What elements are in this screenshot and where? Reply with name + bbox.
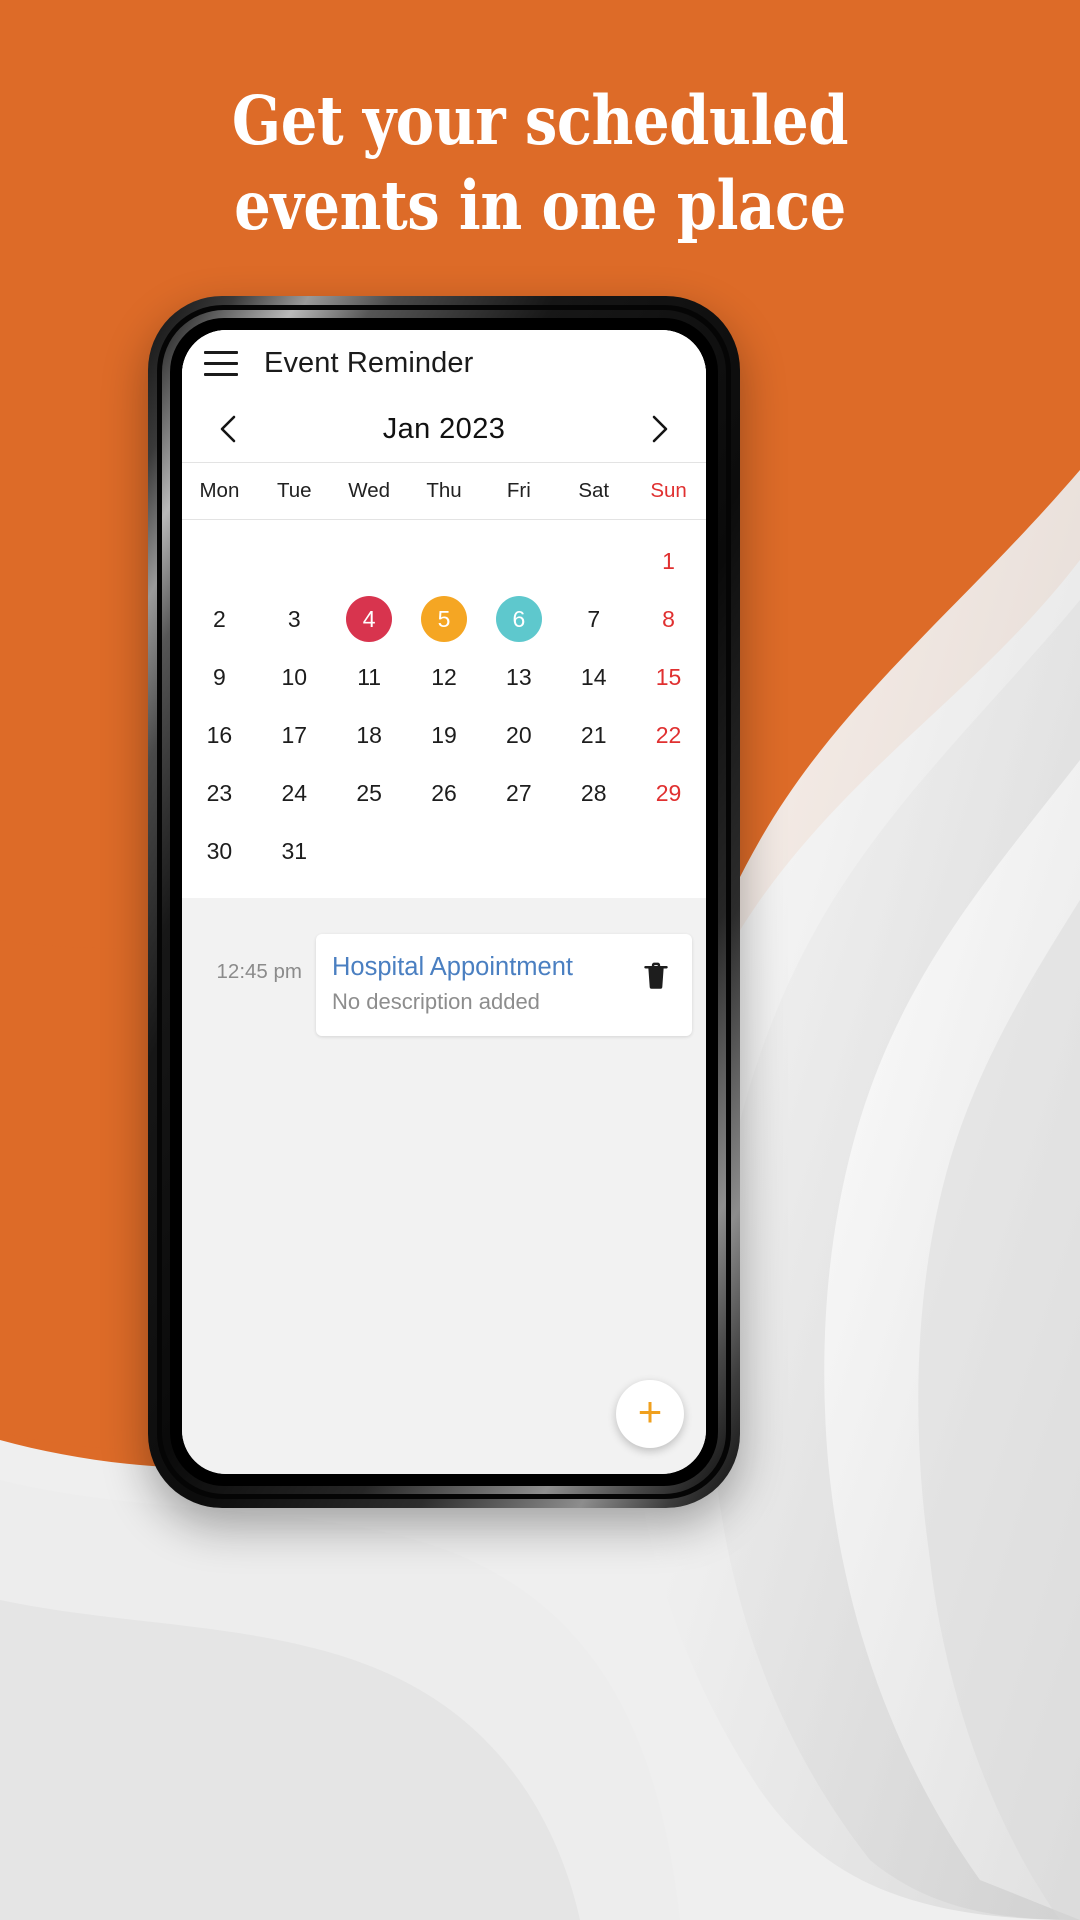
calendar-day-cell[interactable]: 8	[631, 590, 706, 648]
calendar-day-empty	[332, 532, 407, 590]
calendar-day-empty	[257, 532, 332, 590]
calendar-day-cell[interactable]: 9	[182, 648, 257, 706]
calendar-day-cell[interactable]: 5	[407, 590, 482, 648]
calendar-day-cell[interactable]: 21	[556, 706, 631, 764]
calendar-day-cell[interactable]: 25	[332, 764, 407, 822]
event-description: No description added	[332, 989, 540, 1014]
phone-screen: Event Reminder Jan 2023 Mon Tue Wed Thu …	[182, 330, 706, 1474]
calendar-day-cell[interactable]: 26	[407, 764, 482, 822]
calendar-day-grid: 1 2 3 4 5 6 7 8 9 10 11 12 13 14 15 16 17 18 19 20 21 22 23 24 2…	[182, 520, 706, 898]
calendar-day-empty	[556, 822, 631, 880]
chevron-left-icon[interactable]	[208, 409, 248, 449]
calendar-day-cell[interactable]: 7	[556, 590, 631, 648]
weekday-header-tue: Tue	[276, 479, 312, 502]
calendar-day-cell[interactable]: 27	[481, 764, 556, 822]
calendar-day-cell[interactable]: 11	[332, 648, 407, 706]
hamburger-menu-icon[interactable]	[204, 350, 238, 376]
calendar-panel: Event Reminder Jan 2023 Mon Tue Wed Thu …	[182, 330, 706, 898]
calendar-day-empty	[481, 822, 556, 880]
calendar-day-event-marker: 5	[420, 596, 467, 642]
calendar-day-cell[interactable]: 12	[407, 648, 482, 706]
events-list: 12:45 pm Hospital Appointment No descripti…	[182, 898, 706, 1474]
headline-line-1: Get your scheduled	[231, 81, 849, 160]
calendar-day-cell[interactable]: 30	[182, 822, 257, 880]
calendar-day-empty	[481, 532, 556, 590]
calendar-day-cell[interactable]: 16	[182, 706, 257, 764]
calendar-day-cell[interactable]: 4	[332, 590, 407, 648]
calendar-day-cell[interactable]: 19	[407, 706, 482, 764]
headline-line-2: events in one place	[234, 166, 846, 245]
month-navigation: Jan 2023	[182, 396, 706, 462]
calendar-day-empty	[407, 532, 482, 590]
calendar-day-empty	[332, 822, 407, 880]
calendar-day-cell[interactable]: 1	[631, 532, 706, 590]
weekday-header-sun: Sun	[650, 479, 687, 502]
plus-icon: +	[637, 1388, 663, 1435]
calendar-day-cell[interactable]: 23	[182, 764, 257, 822]
add-event-fab[interactable]: +	[616, 1380, 684, 1448]
calendar-day-cell[interactable]: 31	[257, 822, 332, 880]
weekday-header-mon: Mon	[199, 479, 240, 502]
promo-headline: Get your scheduled events in one place	[76, 78, 1005, 248]
calendar-day-event-marker: 4	[346, 596, 393, 642]
month-label[interactable]: Jan 2023	[383, 413, 506, 446]
event-text: Hospital Appointment No description added	[332, 950, 636, 1018]
event-time: 12:45 pm	[216, 960, 302, 983]
trash-icon[interactable]	[636, 954, 676, 998]
app-title: Event Reminder	[264, 346, 474, 379]
calendar-day-cell[interactable]: 22	[631, 706, 706, 764]
weekday-header-wed: Wed	[348, 479, 391, 502]
weekday-header-fri: Fri	[506, 479, 531, 502]
calendar-day-empty	[556, 532, 631, 590]
calendar-day-cell[interactable]: 10	[257, 648, 332, 706]
event-card[interactable]: Hospital Appointment No description added	[316, 934, 692, 1036]
weekday-header-thu: Thu	[426, 479, 462, 502]
chevron-right-icon[interactable]	[640, 409, 680, 449]
event-title: Hospital Appointment	[332, 953, 573, 981]
calendar-day-cell[interactable]: 28	[556, 764, 631, 822]
calendar-day-empty	[407, 822, 482, 880]
promo-screenshot: Get your scheduled events in one place E…	[0, 0, 1080, 1920]
calendar-day-empty	[182, 532, 257, 590]
weekday-header-sat: Sat	[578, 479, 610, 502]
calendar-day-cell[interactable]: 24	[257, 764, 332, 822]
calendar-day-event-marker: 6	[495, 596, 542, 642]
calendar-day-cell[interactable]: 20	[481, 706, 556, 764]
calendar-day-empty	[631, 822, 706, 880]
calendar-day-cell[interactable]: 13	[481, 648, 556, 706]
calendar-day-cell[interactable]: 14	[556, 648, 631, 706]
phone-mockup: Event Reminder Jan 2023 Mon Tue Wed Thu …	[148, 296, 740, 1508]
calendar-day-cell[interactable]: 6	[481, 590, 556, 648]
calendar-day-cell[interactable]: 3	[257, 590, 332, 648]
calendar-day-cell[interactable]: 29	[631, 764, 706, 822]
app-bar: Event Reminder	[182, 330, 706, 396]
calendar-day-cell[interactable]: 17	[257, 706, 332, 764]
calendar-day-cell[interactable]: 18	[332, 706, 407, 764]
weekday-header-row: Mon Tue Wed Thu Fri Sat Sun	[182, 462, 706, 520]
event-row: 12:45 pm Hospital Appointment No descripti…	[182, 934, 706, 1036]
calendar-day-cell[interactable]: 15	[631, 648, 706, 706]
calendar-day-cell[interactable]: 2	[182, 590, 257, 648]
